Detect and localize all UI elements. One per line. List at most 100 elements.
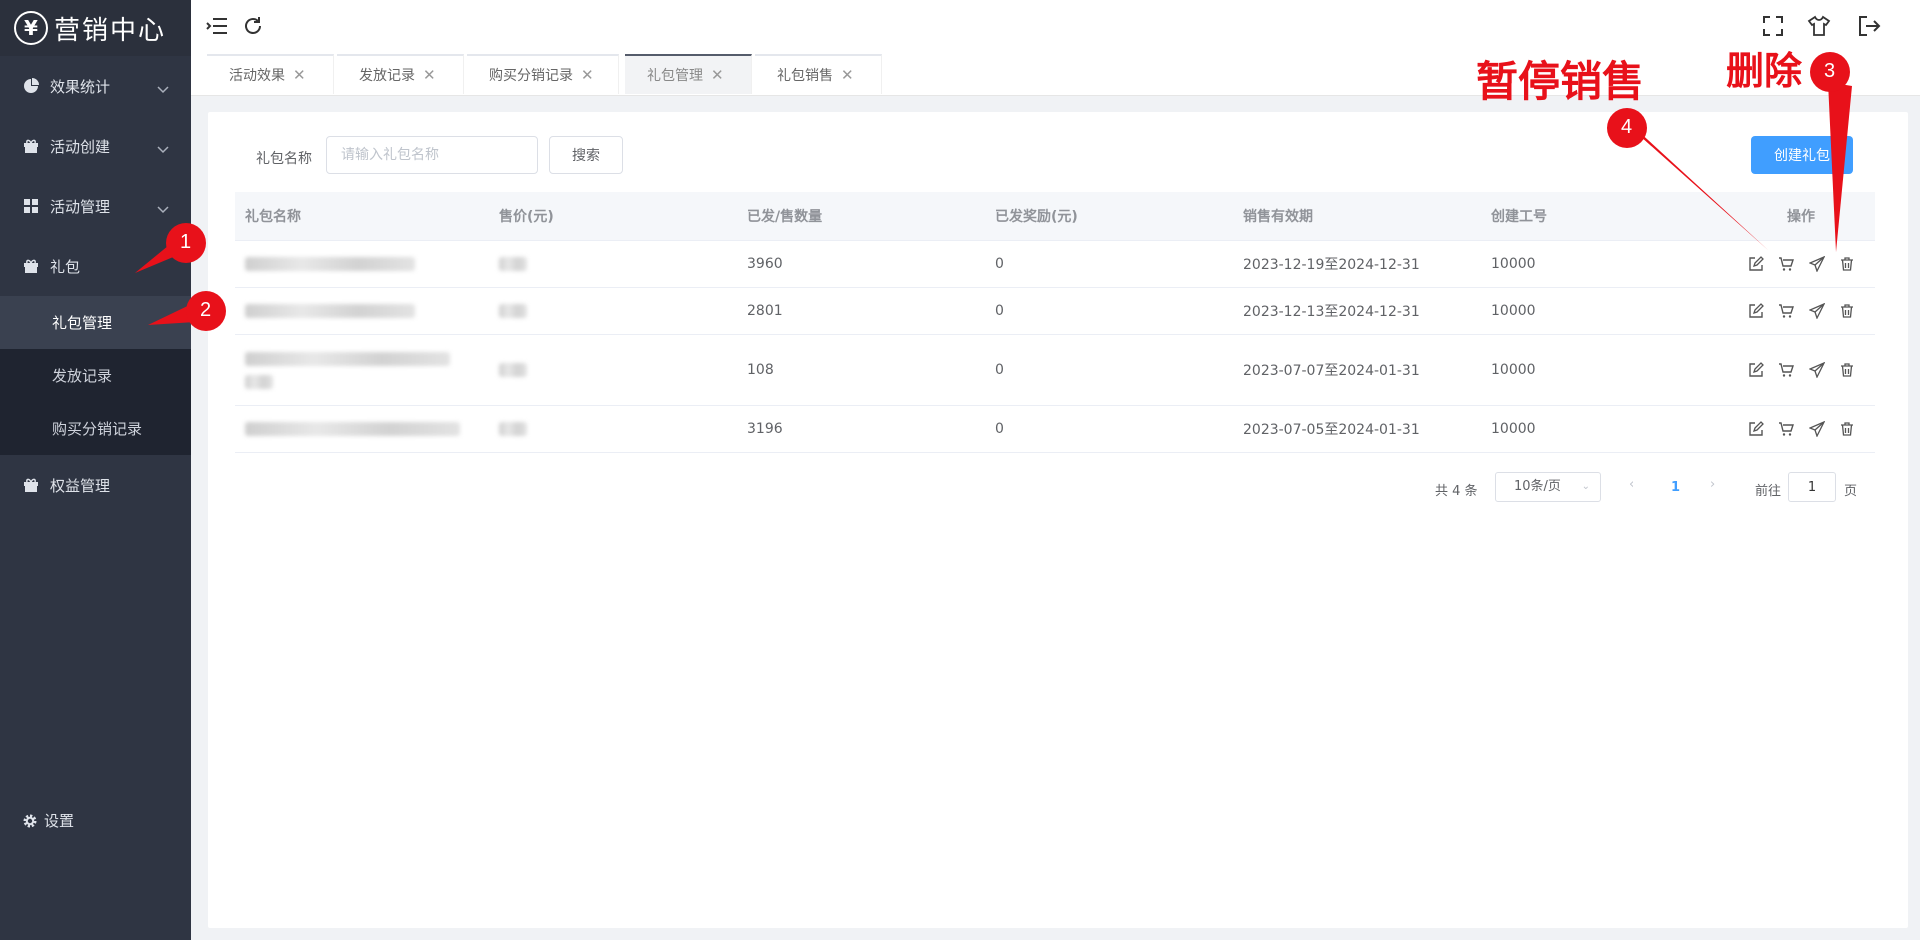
actions-cell — [1705, 287, 1875, 335]
annotation-number: 3 — [1824, 60, 1836, 82]
blurred-text — [245, 421, 460, 436]
current-page-number[interactable]: 1 — [1671, 480, 1680, 495]
blurred-text — [245, 351, 450, 366]
logout-icon[interactable] — [1857, 14, 1881, 38]
blurred-text — [245, 303, 415, 318]
column-header: 创建工号 — [1481, 192, 1705, 241]
delete-trash-icon[interactable] — [1839, 421, 1855, 437]
actions-cell — [1705, 334, 1875, 406]
tab-gift-manage[interactable]: 礼包管理 ✕ — [625, 54, 752, 94]
close-icon[interactable]: ✕ — [841, 66, 854, 84]
gift-icon — [22, 257, 40, 275]
sidebar-subitem-issue-records[interactable]: 发放记录 — [0, 349, 191, 402]
pause-sale-cart-icon[interactable] — [1778, 303, 1795, 319]
price-cell — [489, 334, 737, 406]
blurred-text — [499, 421, 527, 436]
sidebar-item-benefits[interactable]: 权益管理 — [0, 455, 191, 515]
sidebar-item-activity-manage[interactable]: 活动管理 — [0, 176, 191, 236]
sidebar-item-label: 权益管理 — [50, 476, 111, 495]
tab-activity-effect[interactable]: 活动效果 ✕ — [207, 54, 334, 94]
search-button[interactable]: 搜索 — [549, 136, 623, 174]
prev-page-icon[interactable]: ‹ — [1629, 477, 1634, 492]
menu-fold-icon[interactable] — [205, 14, 229, 38]
blurred-text — [499, 362, 527, 377]
tab-gift-sales[interactable]: 礼包销售 ✕ — [755, 54, 882, 94]
sidebar-item-settings[interactable]: 设置 — [22, 810, 74, 831]
page-size-select[interactable]: 10条/页 ⌄ — [1495, 472, 1601, 502]
grid-icon — [22, 197, 40, 215]
pause-sale-cart-icon[interactable] — [1778, 362, 1795, 378]
column-header: 销售有效期 — [1233, 192, 1481, 241]
pie-chart-icon — [22, 77, 40, 95]
brand-logo: ¥ 营销中心 — [0, 0, 191, 56]
close-icon[interactable]: ✕ — [581, 66, 594, 84]
edit-icon[interactable] — [1748, 361, 1764, 378]
tab-label: 活动效果 — [229, 68, 285, 84]
price-cell — [489, 405, 737, 453]
sidebar-subitem-gift-manage[interactable]: 礼包管理 — [0, 296, 191, 349]
reward-cell: 0 — [985, 334, 1233, 406]
jump-suffix: 页 — [1844, 484, 1858, 499]
gift-name-cell — [235, 334, 489, 406]
annotation-number: 4 — [1621, 116, 1633, 138]
delete-trash-icon[interactable] — [1839, 256, 1855, 272]
gear-icon — [22, 813, 38, 829]
fullscreen-icon[interactable] — [1761, 14, 1785, 38]
close-icon[interactable]: ✕ — [293, 66, 306, 84]
gift-name-search-input[interactable] — [326, 136, 538, 174]
sidebar-item-label: 礼包 — [50, 257, 81, 276]
refresh-icon[interactable] — [241, 14, 265, 38]
blurred-text — [245, 256, 415, 271]
sidebar-item-label: 活动管理 — [50, 197, 111, 216]
sidebar-item-activity-create[interactable]: 活动创建 — [0, 116, 191, 176]
brand-title: 营销中心 — [54, 15, 167, 46]
blurred-text — [499, 303, 527, 318]
theme-shirt-icon[interactable] — [1807, 14, 1831, 38]
sidebar-item-label: 活动创建 — [50, 137, 111, 156]
pause-sale-cart-icon[interactable] — [1778, 256, 1795, 272]
yuan-logo-icon: ¥ — [14, 11, 48, 45]
sold-cell: 2801 — [737, 287, 985, 335]
jump-page-input[interactable] — [1788, 472, 1836, 502]
annotation-number: 1 — [180, 231, 192, 253]
sidebar-subitem-purchase-records[interactable]: 购买分销记录 — [0, 402, 191, 455]
delete-trash-icon[interactable] — [1839, 303, 1855, 319]
sidebar-item-gift[interactable]: 礼包 — [0, 236, 191, 296]
tab-label: 购买分销记录 — [489, 68, 573, 84]
blurred-text — [499, 256, 527, 271]
edit-icon[interactable] — [1748, 302, 1764, 319]
annotation-pause-sale-label: 暂停销售 — [1476, 57, 1645, 106]
close-icon[interactable]: ✕ — [423, 66, 436, 84]
tab-issue-records[interactable]: 发放记录 ✕ — [337, 54, 464, 94]
gift-name-cell — [235, 287, 489, 335]
gift-name-cell — [235, 405, 489, 453]
blurred-text — [245, 374, 273, 389]
tab-label: 礼包管理 — [647, 68, 703, 84]
edit-icon[interactable] — [1748, 420, 1764, 437]
send-icon[interactable] — [1807, 361, 1825, 379]
pause-sale-cart-icon[interactable] — [1778, 421, 1795, 437]
sidebar-item-label: 效果统计 — [50, 77, 111, 96]
table-row: 3196 0 2023-07-05至2024-01-31 10000 — [235, 405, 1875, 453]
send-icon[interactable] — [1807, 302, 1825, 320]
create-gift-button[interactable]: 创建礼包 — [1751, 136, 1853, 174]
delete-trash-icon[interactable] — [1839, 362, 1855, 378]
edit-icon[interactable] — [1748, 255, 1764, 272]
page-size-value: 10条/页 — [1514, 479, 1561, 494]
creator-cell: 10000 — [1481, 334, 1705, 406]
period-cell: 2023-12-13至2024-12-31 — [1233, 287, 1481, 335]
column-header: 礼包名称 — [235, 192, 489, 241]
tab-label: 发放记录 — [359, 68, 415, 84]
send-icon[interactable] — [1807, 420, 1825, 438]
creator-cell: 10000 — [1481, 240, 1705, 288]
close-icon[interactable]: ✕ — [711, 66, 724, 84]
sidebar-item-stats[interactable]: 效果统计 — [0, 56, 191, 116]
gift-icon — [22, 137, 40, 155]
actions-cell — [1705, 405, 1875, 453]
pagination-total: 共 4 条 — [1435, 484, 1478, 499]
next-page-icon[interactable]: › — [1710, 477, 1715, 492]
table-row: 108 0 2023-07-07至2024-01-31 10000 — [235, 334, 1875, 406]
tab-purchase-records[interactable]: 购买分销记录 ✕ — [467, 54, 619, 94]
chevron-down-icon — [157, 80, 169, 98]
send-icon[interactable] — [1807, 255, 1825, 273]
